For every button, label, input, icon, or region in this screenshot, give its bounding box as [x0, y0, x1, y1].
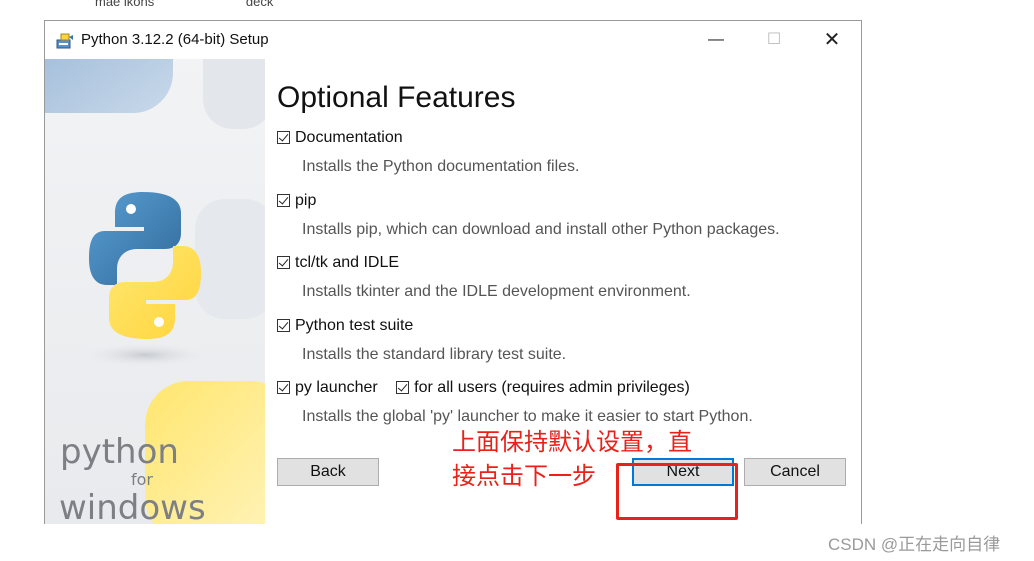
python-installer-icon — [56, 33, 73, 49]
sidebar-artwork: python for windows — [45, 59, 265, 524]
feature-pip: pip Installs pip, which can download and… — [277, 192, 780, 238]
csdn-watermark: CSDN @正在走向自律 — [828, 535, 1001, 554]
py-launcher-label[interactable]: py launcher — [295, 379, 378, 396]
documentation-description: Installs the Python documentation files. — [302, 158, 580, 175]
documentation-checkbox[interactable] — [277, 131, 290, 144]
cropped-background-text: mae ikons deck — [95, 0, 361, 9]
title-bar[interactable]: Python 3.12.2 (64-bit) Setup — ☐ ✕ — [45, 21, 861, 59]
test-suite-description: Installs the standard library test suite… — [302, 346, 567, 363]
py-launcher-description: Installs the global 'py' launcher to mak… — [302, 408, 753, 425]
feature-test-suite: Python test suite Installs the standard … — [277, 317, 566, 363]
maximize-button[interactable]: ☐ — [745, 21, 803, 59]
brand-windows-text: windows — [59, 488, 206, 524]
cancel-button[interactable]: Cancel — [744, 458, 846, 486]
feature-py-launcher: py launcher for all users (requires admi… — [277, 379, 753, 425]
back-button[interactable]: Back — [277, 458, 379, 486]
documentation-label[interactable]: Documentation — [295, 129, 403, 146]
pip-label[interactable]: pip — [295, 192, 316, 209]
test-suite-label[interactable]: Python test suite — [295, 317, 413, 334]
annotation-line-1: 上面保持默认设置，直 — [452, 428, 692, 456]
for-all-users-checkbox[interactable] — [396, 381, 410, 394]
tcltk-label[interactable]: tcl/tk and IDLE — [295, 254, 399, 271]
minimize-button[interactable]: — — [687, 21, 745, 59]
close-button[interactable]: ✕ — [803, 21, 861, 59]
branding-sidebar: python for windows — [45, 59, 265, 524]
tcltk-description: Installs tkinter and the IDLE developmen… — [302, 283, 691, 300]
brand-for-text: for — [131, 470, 153, 489]
page-title: Optional Features — [277, 81, 516, 114]
for-all-users-label[interactable]: for all users (requires admin privileges… — [414, 379, 690, 396]
brand-python-text: python — [60, 432, 179, 472]
tcltk-checkbox[interactable] — [277, 256, 290, 269]
feature-documentation: Documentation Installs the Python docume… — [277, 129, 580, 175]
cropped-text-1: mae ikons — [95, 0, 155, 9]
window-title: Python 3.12.2 (64-bit) Setup — [81, 31, 269, 48]
pip-description: Installs pip, which can download and ins… — [302, 221, 780, 238]
py-launcher-checkbox[interactable] — [277, 381, 290, 394]
feature-tcltk-idle: tcl/tk and IDLE Installs tkinter and the… — [277, 254, 691, 300]
cropped-text-2: deck — [245, 0, 274, 9]
next-highlight-box — [616, 463, 738, 520]
test-suite-checkbox[interactable] — [277, 319, 290, 332]
pip-checkbox[interactable] — [277, 194, 290, 207]
